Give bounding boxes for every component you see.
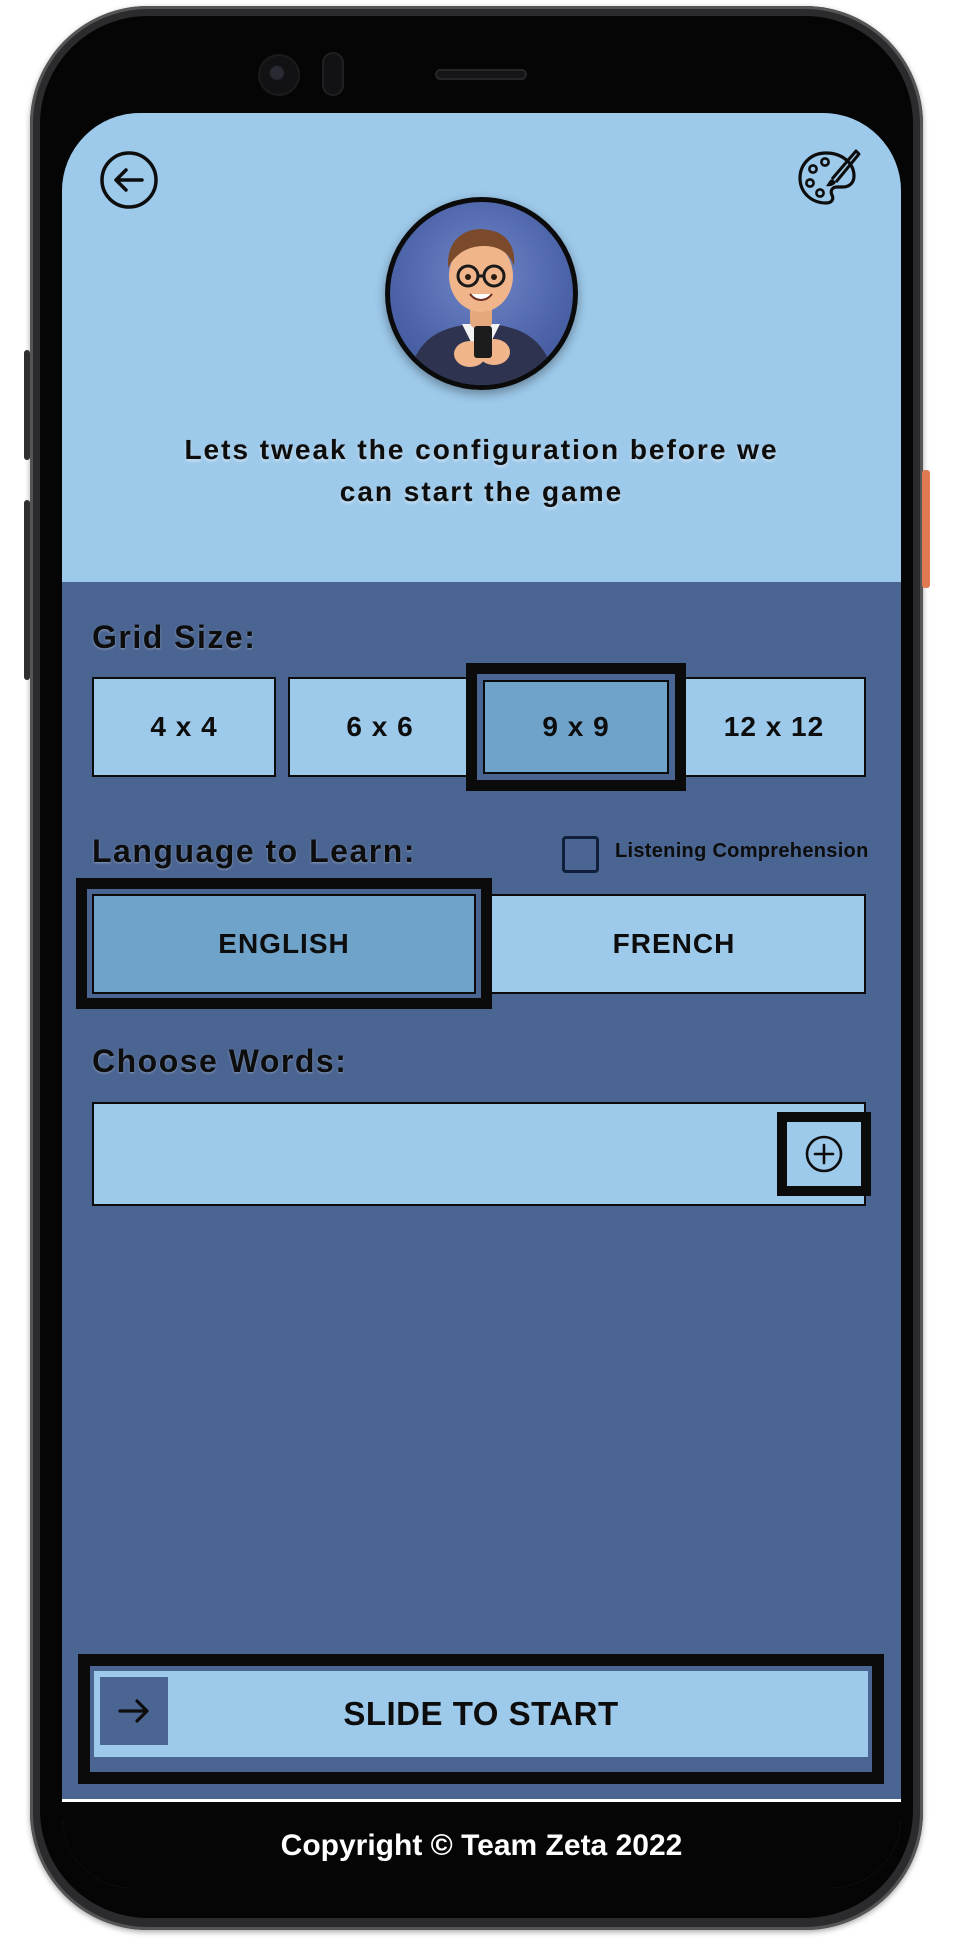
grid-option-6x6[interactable]: 6 x 6: [288, 677, 472, 777]
grid-option-4x4[interactable]: 4 x 4: [92, 677, 276, 777]
grid-size-label: Grid Size:: [92, 619, 257, 655]
avatar-illustration: [408, 229, 555, 385]
proximity-sensor: [322, 52, 344, 96]
intro-line-1: Lets tweak the configuration before we: [184, 434, 779, 465]
language-option-french[interactable]: FRENCH: [482, 894, 866, 994]
phone-power-button: [922, 470, 930, 588]
app-screen: Lets tweak the configuration before we c…: [62, 113, 901, 1888]
plus-circle-icon: [805, 1135, 843, 1173]
phone-side-button: [24, 350, 30, 460]
language-label: Language to Learn:: [92, 833, 416, 869]
add-word-button[interactable]: [777, 1112, 871, 1196]
intro-text: Lets tweak the configuration before we c…: [142, 429, 821, 513]
earpiece-speaker: [435, 69, 527, 80]
phone-side-button: [24, 500, 30, 680]
slide-to-start-label: SLIDE TO START: [343, 1695, 619, 1732]
palette-icon: [798, 149, 861, 205]
words-input[interactable]: [92, 1102, 866, 1206]
listening-checkbox[interactable]: [562, 836, 599, 873]
theme-button[interactable]: [796, 145, 862, 211]
grid-option-12x12[interactable]: 12 x 12: [682, 677, 866, 777]
arrow-left-circle-icon: [100, 151, 158, 209]
slide-to-start-handle[interactable]: [100, 1677, 168, 1745]
arrow-right-icon: [118, 1699, 149, 1723]
choose-words-label: Choose Words:: [92, 1043, 348, 1079]
grid-option-9x9[interactable]: 9 x 9: [483, 680, 669, 774]
front-camera: [258, 54, 300, 96]
copyright-text: Copyright © Team Zeta 2022: [280, 1829, 683, 1862]
listening-label: Listening Comprehension: [615, 840, 869, 862]
avatar: [385, 197, 578, 390]
back-button[interactable]: [98, 149, 160, 211]
language-option-english[interactable]: ENGLISH: [92, 894, 476, 994]
intro-line-2: can start the game: [339, 476, 624, 507]
